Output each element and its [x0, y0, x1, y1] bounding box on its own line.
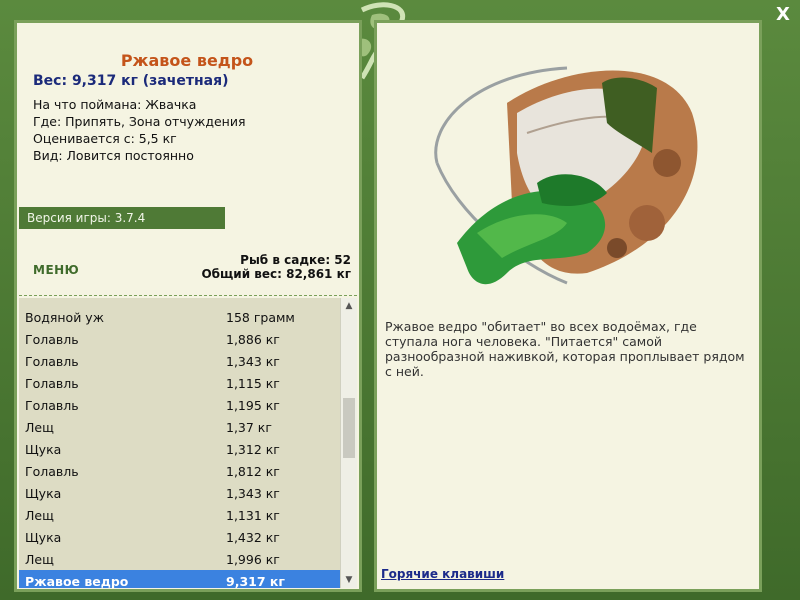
catch-item-weight: 1,343 кг — [226, 486, 280, 501]
valued-from-text: Оценивается с: 5,5 кг — [33, 131, 177, 146]
separator — [19, 295, 357, 296]
catch-list-item[interactable]: Голавль 1,812 кг — [19, 460, 341, 482]
catch-item-weight: 1,115 кг — [226, 376, 280, 391]
catch-list-item[interactable]: Лещ 1,37 кг — [19, 416, 341, 438]
catch-list-item[interactable]: Щука 1,432 кг — [19, 526, 341, 548]
catch-item-name: Ржавое ведро — [25, 574, 129, 588]
list-scrollbar[interactable]: ▲ ▼ — [340, 298, 357, 588]
catch-list-item[interactable]: Водяной уж 158 грамм — [19, 306, 341, 328]
catch-item-name: Лещ — [25, 552, 54, 567]
game-version: Версия игры: 3.7.4 — [19, 207, 225, 229]
catch-item-weight: 1,432 кг — [226, 530, 280, 545]
fish-description: Ржавое ведро "обитает" во всех водоёмах,… — [385, 319, 745, 379]
catch-item-name: Голавль — [25, 354, 79, 369]
fish-picture-panel: Ржавое ведро "обитает" во всех водоёмах,… — [374, 20, 762, 592]
catch-list-item[interactable]: Голавль 1,343 кг — [19, 350, 341, 372]
location-text: Где: Припять, Зона отчуждения — [33, 114, 246, 129]
catch-stats: Рыб в садке: 52 Общий вес: 82,861 кг — [201, 253, 351, 281]
catch-item-weight: 1,195 кг — [226, 398, 280, 413]
catch-list-item[interactable]: Лещ 1,131 кг — [19, 504, 341, 526]
catch-item-weight: 9,317 кг — [226, 574, 285, 588]
rusty-bucket-image — [434, 66, 698, 285]
fish-info-panel: Ржавое ведро Вес: 9,317 кг (зачетная) На… — [14, 20, 362, 592]
catch-item-weight: 158 грамм — [226, 310, 295, 325]
catch-item-name: Голавль — [25, 376, 79, 391]
fish-weight: Вес: 9,317 кг (зачетная) — [33, 73, 229, 89]
close-button[interactable]: X — [772, 4, 794, 26]
catch-item-name: Щука — [25, 530, 62, 545]
menu-button[interactable]: МЕНЮ — [33, 263, 79, 277]
fish-count: Рыб в садке: 52 — [240, 253, 351, 267]
catch-item-weight: 1,131 кг — [226, 508, 280, 523]
catch-list-item[interactable]: Голавль 1,195 кг — [19, 394, 341, 416]
kind-text: Вид: Ловится постоянно — [33, 148, 194, 163]
catch-item-weight: 1,343 кг — [226, 354, 280, 369]
catch-item-weight: 1,812 кг — [226, 464, 280, 479]
total-weight: Общий вес: 82,861 кг — [201, 267, 351, 281]
hotkeys-link[interactable]: Горячие клавиши — [381, 567, 504, 581]
catch-item-weight: 1,886 кг — [226, 332, 280, 347]
catch-list-item[interactable]: Щука 1,312 кг — [19, 438, 341, 460]
catch-item-name: Голавль — [25, 332, 79, 347]
caught-on-text: На что поймана: Жвачка — [33, 97, 197, 112]
catch-list-item[interactable]: Щука 1,343 кг — [19, 482, 341, 504]
catch-item-name: Голавль — [25, 464, 79, 479]
catch-item-name: Щука — [25, 486, 62, 501]
catch-item-weight: 1,996 кг — [226, 552, 280, 567]
catch-item-name: Лещ — [25, 508, 54, 523]
catch-item-name: Лещ — [25, 420, 54, 435]
catch-list-item[interactable]: Ржавое ведро 9,317 кг — [19, 570, 341, 588]
catch-list: Водяной уж 158 грамм Голавль 1,886 кг Голавл… — [19, 298, 357, 588]
catch-item-name: Щука — [25, 442, 62, 457]
catch-list-item[interactable]: Голавль 1,115 кг — [19, 372, 341, 394]
catch-item-name: Водяной уж — [25, 310, 104, 325]
scroll-thumb[interactable] — [343, 398, 355, 458]
catch-item-weight: 1,37 кг — [226, 420, 272, 435]
scroll-down-icon[interactable]: ▼ — [341, 572, 357, 588]
fish-title: Ржавое ведро — [120, 51, 254, 70]
catch-item-name: Голавль — [25, 398, 79, 413]
catch-list-item[interactable]: Голавль 1,886 кг — [19, 328, 341, 350]
catch-item-weight: 1,312 кг — [226, 442, 280, 457]
scroll-up-icon[interactable]: ▲ — [341, 298, 357, 314]
catch-list-item[interactable]: Лещ 1,996 кг — [19, 548, 341, 570]
